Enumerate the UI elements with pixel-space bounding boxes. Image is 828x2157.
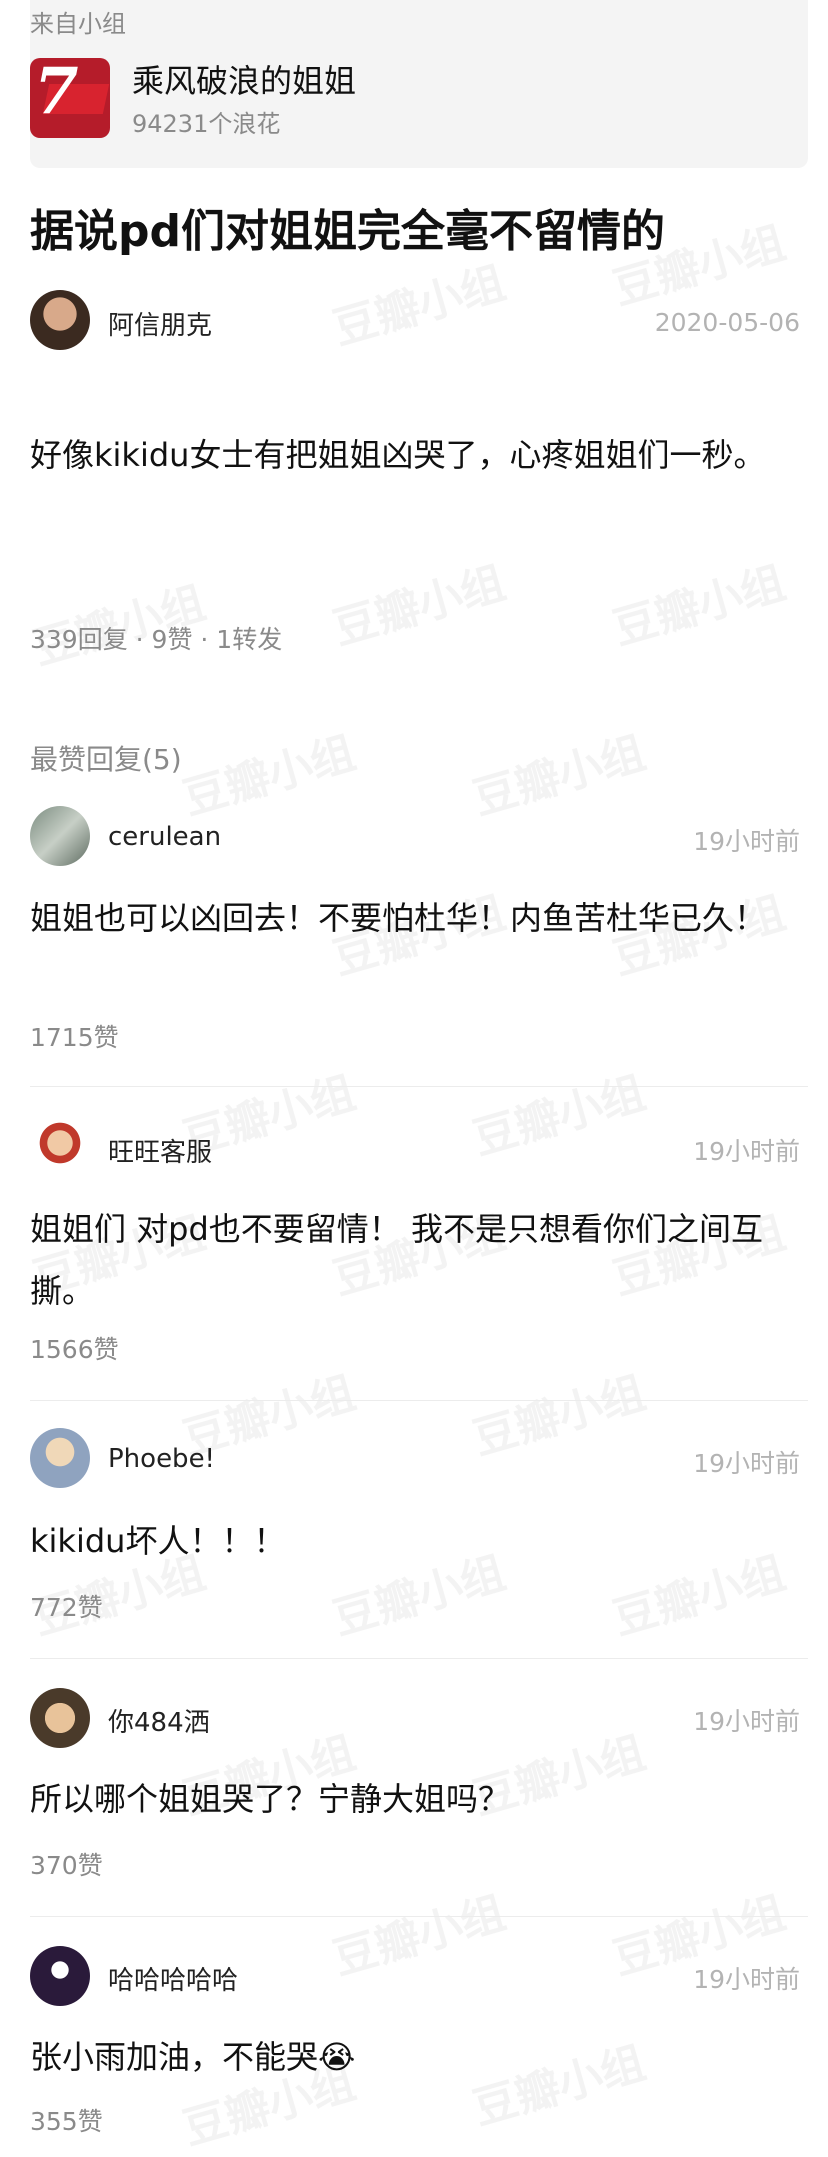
comment-likes[interactable]: 370赞 <box>30 1846 103 1882</box>
comment-likes[interactable]: 772赞 <box>30 1588 103 1624</box>
post-stats: 339回复 · 9赞 · 1转发 <box>30 625 283 654</box>
watermark: 豆瓣小组 <box>467 727 651 826</box>
watermark: 豆瓣小组 <box>327 1887 511 1986</box>
comment-text: 姐姐们 对pd也不要留情！ 我不是只想看你们之间互撕。 <box>30 1210 763 1310</box>
watermark: 豆瓣小组 <box>607 557 791 656</box>
watermark: 豆瓣小组 <box>467 1367 651 1466</box>
post-date: 2020-05-06 <box>654 308 800 337</box>
comment-text: 所以哪个姐姐哭了？宁静大姐吗？ <box>30 1780 511 1818</box>
author-avatar[interactable] <box>30 290 90 350</box>
comment-likes[interactable]: 355赞 <box>30 2102 103 2138</box>
group-logo-icon[interactable]: 7 <box>30 58 110 138</box>
comment-author[interactable]: 哈哈哈哈哈 <box>108 1960 238 1997</box>
comment-text: 姐姐也可以凶回去！不要怕杜华！内鱼苦杜华已久！ <box>30 899 767 937</box>
commenter-avatar[interactable] <box>30 1116 90 1176</box>
divider <box>30 1916 808 1917</box>
group-name[interactable]: 乘风破浪的姐姐 <box>132 56 356 102</box>
comment-text: 张小雨加油，不能哭😭 <box>30 2038 356 2076</box>
comment-author[interactable]: 旺旺客服 <box>108 1132 212 1169</box>
post-title: 据说pd们对姐姐完全毫不留情的 <box>30 206 665 257</box>
comment-time: 19小时前 <box>693 1707 800 1736</box>
comment-likes[interactable]: 1566赞 <box>30 1330 119 1366</box>
divider <box>30 1086 808 1087</box>
commenter-avatar[interactable] <box>30 1946 90 2006</box>
divider <box>30 1400 808 1401</box>
commenter-avatar[interactable] <box>30 1688 90 1748</box>
commenter-avatar[interactable] <box>30 806 90 866</box>
comment-time: 19小时前 <box>693 827 800 856</box>
comment-author[interactable]: cerulean <box>108 822 221 852</box>
group-from-label: 来自小组 <box>30 10 126 38</box>
comment-author[interactable]: Phoebe! <box>108 1444 215 1474</box>
group-member-count: 94231个浪花 <box>132 110 281 138</box>
divider <box>30 1658 808 1659</box>
watermark: 豆瓣小组 <box>327 557 511 656</box>
comment-text: kikidu坏人！！！ <box>30 1522 286 1560</box>
commenter-avatar[interactable] <box>30 1428 90 1488</box>
post-author[interactable]: 阿信朋克 <box>108 305 212 342</box>
top-replies-title: 最赞回复(5) <box>30 743 182 776</box>
comment-time: 19小时前 <box>693 1137 800 1166</box>
comment-time: 19小时前 <box>693 1965 800 1994</box>
watermark: 豆瓣小组 <box>467 1067 651 1166</box>
comment-likes[interactable]: 1715赞 <box>30 1018 119 1054</box>
watermark: 豆瓣小组 <box>177 727 361 826</box>
comment-time: 19小时前 <box>693 1449 800 1478</box>
post-body: 好像kikidu女士有把姐姐凶哭了，心疼姐姐们一秒。 <box>30 436 766 474</box>
comment-author[interactable]: 你484洒 <box>108 1702 210 1739</box>
